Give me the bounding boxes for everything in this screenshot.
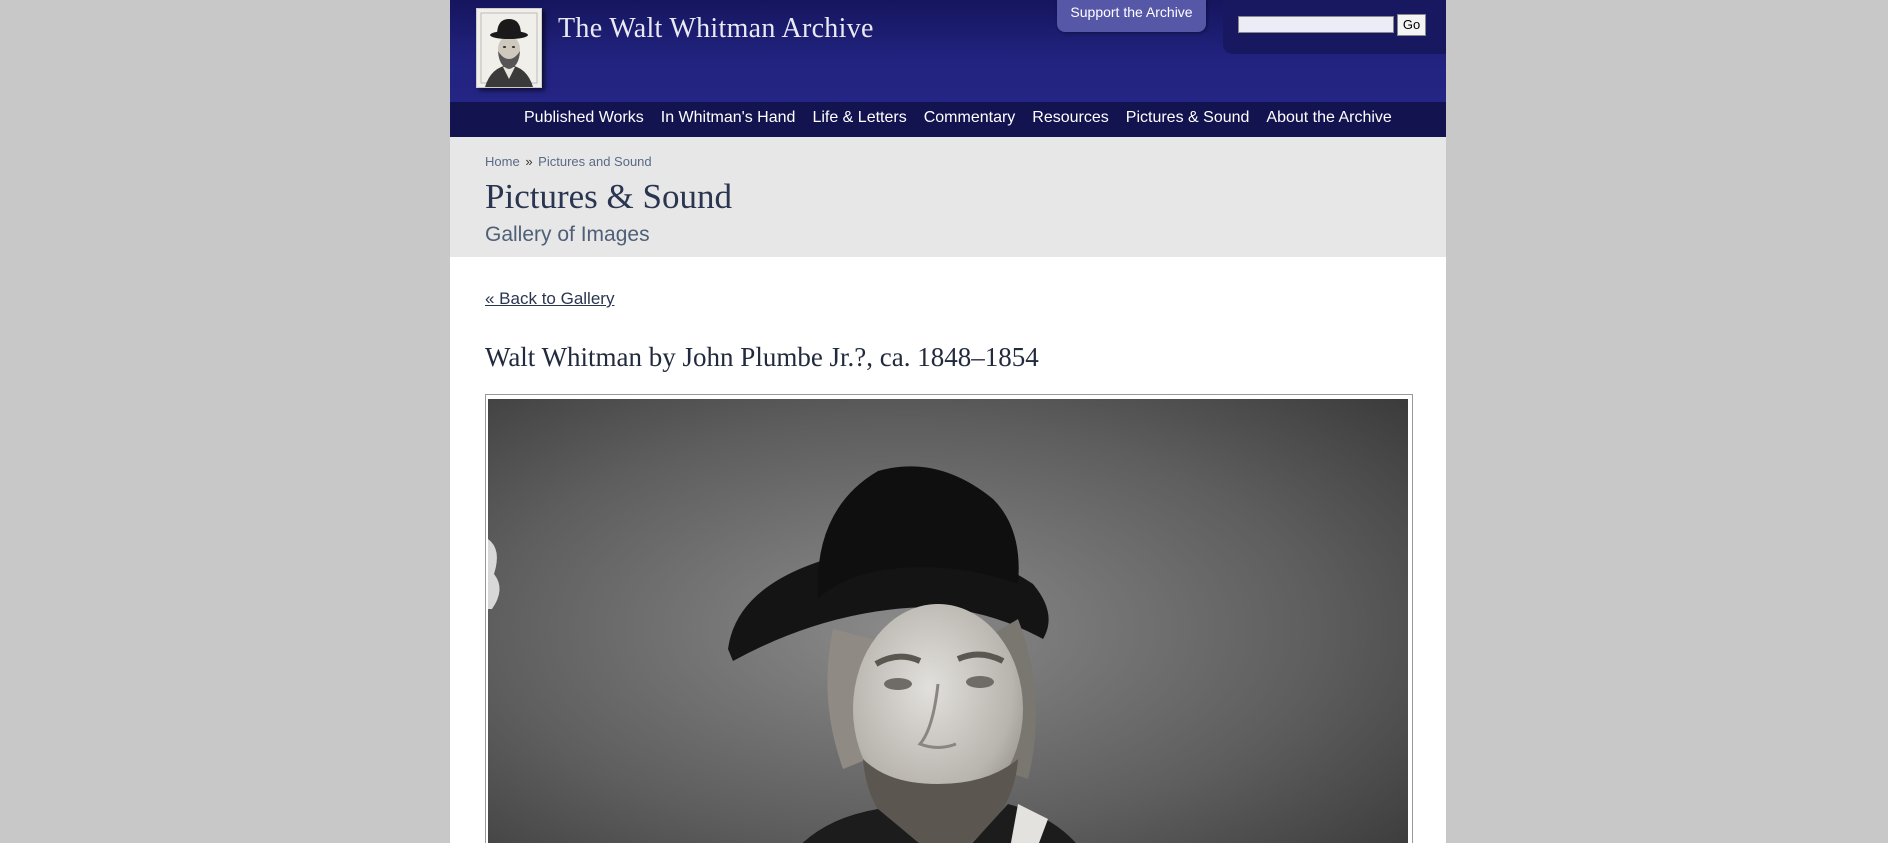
page-title-area: Home » Pictures and Sound Pictures & Sou…	[450, 137, 1446, 257]
breadcrumb-home[interactable]: Home	[485, 154, 520, 169]
whitman-photograph[interactable]	[488, 399, 1408, 843]
image-title: Walt Whitman by John Plumbe Jr.?, ca. 18…	[485, 342, 1039, 372]
photo-frame	[485, 394, 1413, 843]
nav-item-life-letters[interactable]: Life & Letters	[812, 102, 906, 137]
breadcrumb-separator: »	[525, 154, 533, 169]
search-panel: Go	[1223, 0, 1446, 54]
site-header: The Walt Whitman Archive Support the Arc…	[450, 0, 1446, 102]
breadcrumb-current[interactable]: Pictures and Sound	[538, 154, 651, 169]
main-nav: Published Works In Whitman's Hand Life &…	[450, 102, 1446, 137]
page-container: The Walt Whitman Archive Support the Arc…	[450, 0, 1446, 843]
search-input[interactable]	[1238, 16, 1394, 33]
page-subtitle: Gallery of Images	[485, 223, 650, 246]
page-title: Pictures & Sound	[485, 177, 732, 216]
breadcrumb: Home » Pictures and Sound	[485, 154, 652, 169]
site-title[interactable]: The Walt Whitman Archive	[558, 13, 874, 45]
portrait-logo-icon	[477, 9, 541, 87]
search-go-button[interactable]: Go	[1397, 14, 1426, 36]
nav-item-commentary[interactable]: Commentary	[924, 102, 1016, 137]
nav-item-resources[interactable]: Resources	[1032, 102, 1108, 137]
nav-item-pictures-sound[interactable]: Pictures & Sound	[1126, 102, 1250, 137]
back-to-gallery-link[interactable]: « Back to Gallery	[485, 289, 614, 309]
nav-item-published-works[interactable]: Published Works	[524, 102, 644, 137]
support-archive-button[interactable]: Support the Archive	[1057, 0, 1206, 32]
whitman-portrait-image	[488, 399, 1408, 843]
nav-item-about-archive[interactable]: About the Archive	[1266, 102, 1391, 137]
site-logo-portrait[interactable]	[476, 8, 542, 88]
nav-item-in-whitmans-hand[interactable]: In Whitman's Hand	[661, 102, 796, 137]
